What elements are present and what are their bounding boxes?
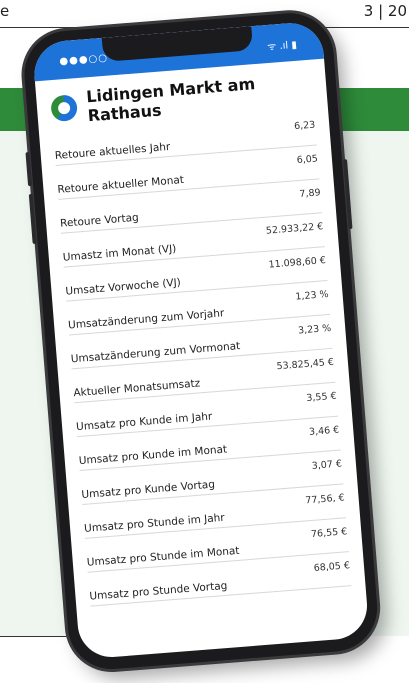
kpi-value: 6,05 <box>296 153 319 167</box>
kpi-value: 77,56, € <box>304 492 346 507</box>
kpi-list: Retoure aktuelles Jahr 6,23 Retoure aktu… <box>39 110 365 607</box>
notch <box>101 26 254 62</box>
phone-wrapper: ●●●○○ ᯤ .ıl ▮ Lidingen Markt am Rathaus … <box>21 0 381 673</box>
kpi-value: 52.933,22 € <box>265 221 324 237</box>
page-header-left: e <box>0 2 10 20</box>
kpi-value: 53.825,45 € <box>276 356 335 373</box>
kpi-value: 1,23 % <box>295 288 329 303</box>
kpi-value: 6,23 <box>293 119 316 133</box>
kpi-value: 3,23 % <box>297 322 332 337</box>
page-header-right: 3 | 20 <box>363 2 407 20</box>
phone-device: ●●●○○ ᯤ .ıl ▮ Lidingen Markt am Rathaus … <box>21 9 381 673</box>
carrier-signal: ●●●○○ <box>59 52 109 68</box>
store-logo-icon <box>50 94 79 123</box>
kpi-value: 11.098,60 € <box>268 255 327 271</box>
kpi-value: 3,46 € <box>308 424 340 438</box>
phone-screen: ●●●○○ ᯤ .ıl ▮ Lidingen Markt am Rathaus … <box>31 20 370 660</box>
kpi-label: Umsatz pro Stunde Vortag <box>89 579 228 603</box>
kpi-value: 68,05 € <box>313 560 351 574</box>
kpi-value: 76,55 € <box>310 526 348 541</box>
kpi-value: 3,55 € <box>306 390 337 405</box>
kpi-value: 3,07 € <box>311 458 343 472</box>
kpi-value: 7,89 <box>299 187 321 200</box>
status-icons: ᯤ .ıl ▮ <box>266 39 298 54</box>
